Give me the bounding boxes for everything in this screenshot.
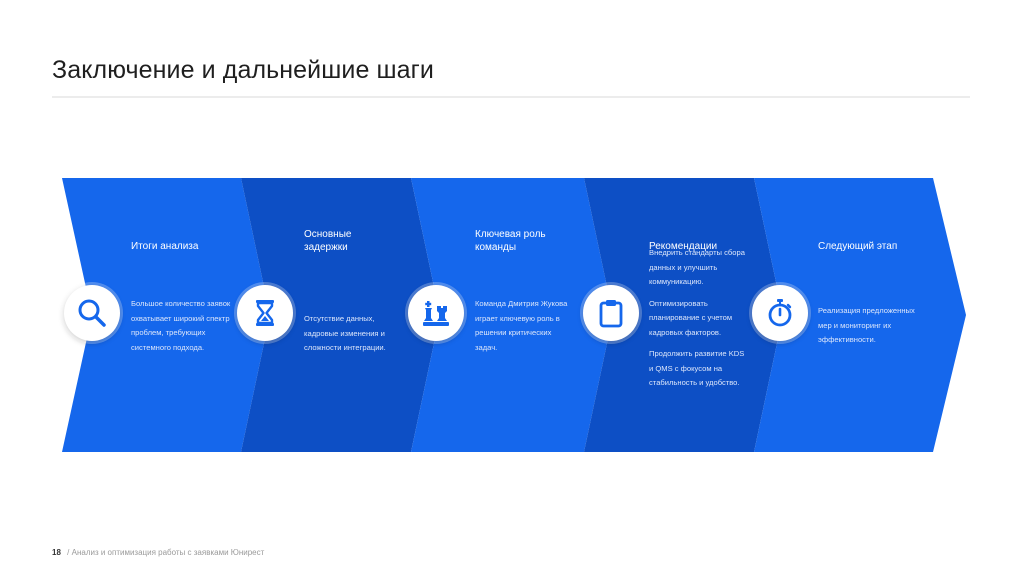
step-3-text: Команда Дмитрия Жукова играет ключевую р… [475, 297, 575, 362]
step-2-icon-badge [237, 285, 293, 341]
step-1-text: Большое количество заявок охватывает шир… [131, 297, 236, 362]
step-2-paragraph: Отсутствие данных, кадровые изменения и … [304, 314, 386, 352]
footer-text: Анализ и оптимизация работы с заявками Ю… [71, 548, 265, 557]
page-number: 18 [52, 548, 61, 557]
step-5-icon-badge [752, 285, 808, 341]
step-4-paragraph-1: Внедрить стандарты сбора данных и улучши… [649, 248, 745, 286]
step-2-text: Отсутствие данных, кадровые изменения и … [304, 312, 404, 363]
step-1-icon-badge [64, 285, 120, 341]
step-1-paragraph: Большое количество заявок охватывает шир… [131, 299, 231, 352]
clipboard-icon [599, 300, 623, 328]
step-4-paragraph-3: Продолжить развитие KDS и QMS с фокусом … [649, 349, 745, 387]
footer-separator: / [67, 548, 70, 557]
step-1-title: Итоги анализа [131, 241, 199, 252]
step-4-text: Внедрить стандарты сбора данных и улучши… [649, 246, 749, 398]
step-3-paragraph: Команда Дмитрия Жукова играет ключевую р… [475, 299, 568, 352]
search-icon [78, 299, 106, 327]
step-5-title: Следующий этап [818, 241, 898, 252]
footer: 18 / Анализ и оптимизация работы с заявк… [52, 548, 264, 557]
step-4-icon-badge [583, 285, 639, 341]
chess-icon [423, 301, 449, 326]
step-4-paragraph-2: Оптимизировать планирование с учетом кад… [649, 298, 733, 337]
process-flow [62, 178, 966, 452]
step-2-title: Основные задержки [304, 229, 352, 253]
stopwatch-icon [768, 299, 792, 327]
hourglass-icon [256, 300, 274, 326]
step-5-paragraph: Реализация предложенных мер и мониторинг… [818, 306, 915, 344]
step-3-title: Ключевая роль команды [475, 229, 546, 253]
step-5-text: Реализация предложенных мер и мониторинг… [818, 304, 918, 355]
step-3-icon-badge [408, 285, 464, 341]
